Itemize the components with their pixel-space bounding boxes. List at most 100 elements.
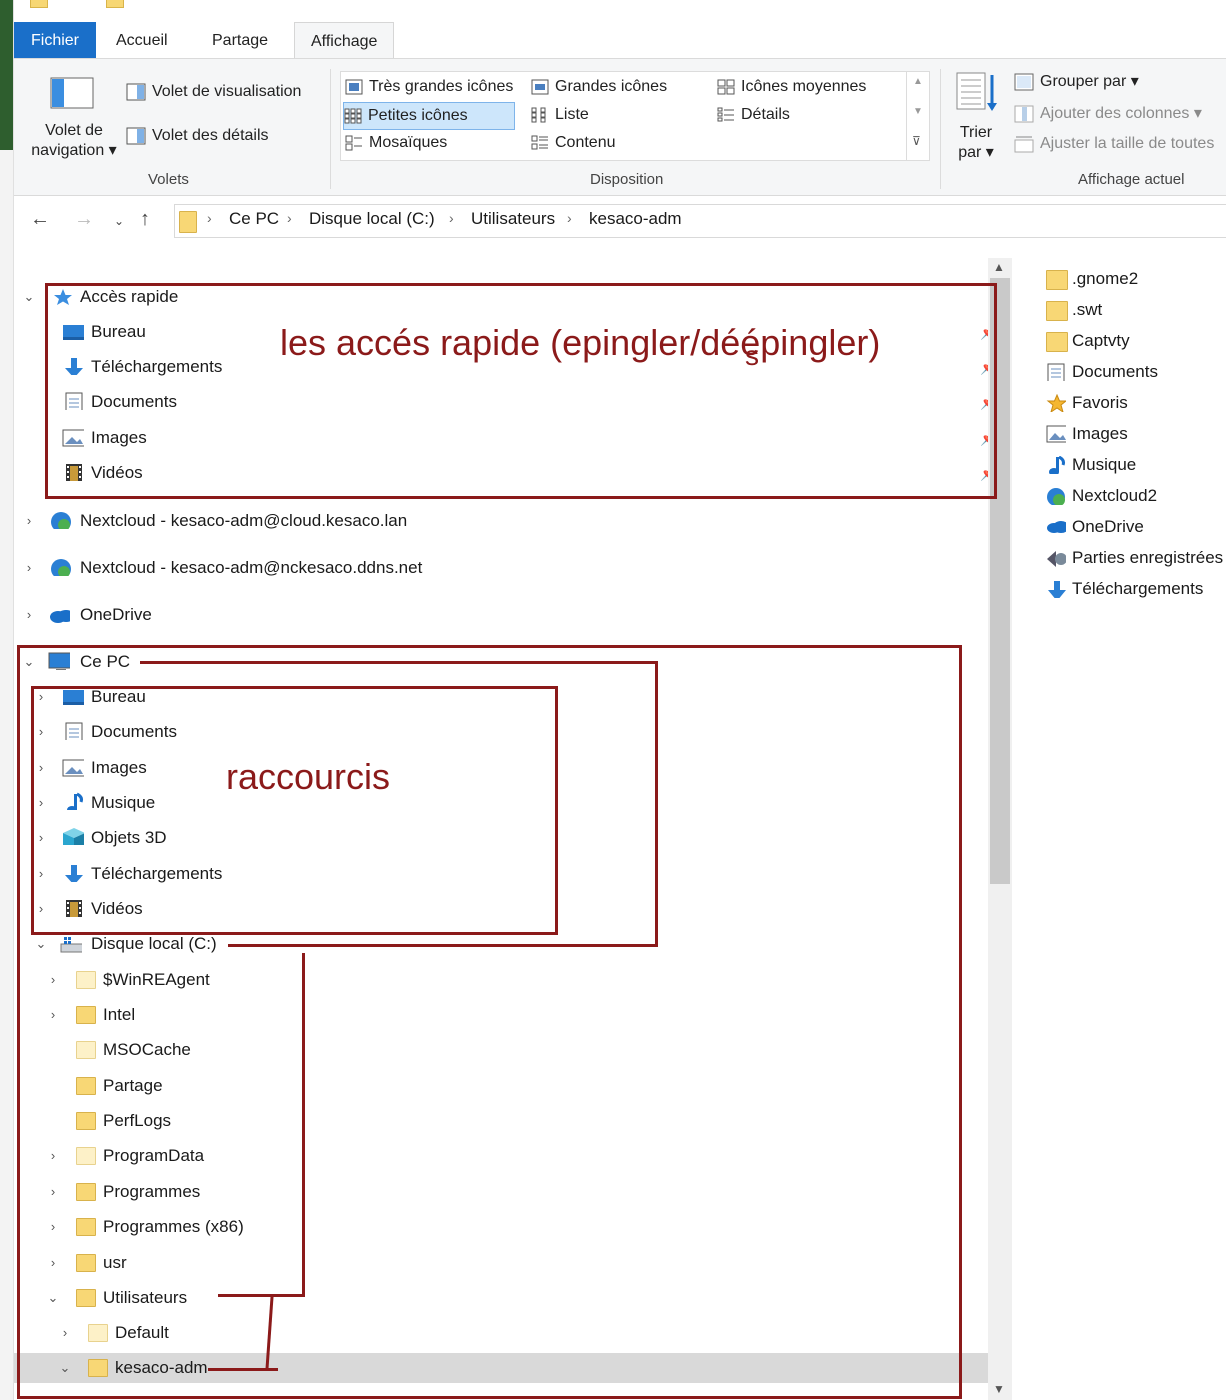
cloud-icon [50, 610, 70, 623]
layout-label: Petites icônes [368, 107, 468, 124]
group-by-label: Grouper par [1040, 73, 1127, 90]
content-label: Favoris [1072, 393, 1128, 412]
annotation-line [655, 661, 658, 947]
left-edge-window [0, 0, 14, 1400]
ribbon-tabs: Fichier Accueil Partage Affichage [14, 22, 1226, 60]
title-bar-fragment [14, 0, 1226, 12]
music-note-icon [1049, 456, 1065, 474]
tab-partage[interactable]: Partage [196, 22, 284, 58]
folder-icon [106, 0, 124, 8]
add-columns-button[interactable]: Ajouter des colonnes ▾ [1014, 103, 1202, 123]
document-icon [1047, 363, 1065, 381]
forward-arrow-icon[interactable]: → [74, 208, 94, 231]
details-pane-button[interactable]: Volet des détails [126, 127, 269, 145]
chevron-right-icon[interactable]: › [22, 600, 36, 630]
fit-columns-label: Ajuster la taille de toutes [1040, 135, 1215, 153]
tab-fichier[interactable]: Fichier [14, 22, 96, 58]
saved-games-icon [1047, 551, 1066, 567]
layout-medium-icons[interactable]: Icônes moyennes [717, 74, 866, 100]
scroll-down-icon[interactable]: ▼ [993, 1382, 1005, 1396]
layout-content[interactable]: Contenu [531, 130, 616, 156]
up-arrow-icon[interactable]: ↑ [140, 208, 150, 231]
ribbon-separator [940, 69, 941, 189]
layout-list[interactable]: Liste [531, 102, 589, 128]
chevron-right-icon[interactable]: › [22, 506, 36, 536]
annotation-line [218, 1294, 305, 1297]
star-icon [1046, 394, 1066, 412]
layout-label: Icônes moyennes [741, 78, 867, 95]
nextcloud-sync-icon [51, 512, 71, 529]
layout-label: Détails [741, 106, 790, 123]
nextcloud-sync-icon [51, 559, 71, 576]
group-by-icon [1014, 73, 1034, 91]
tab-affichage[interactable]: Affichage [294, 22, 395, 60]
sort-by-label: Trier par [958, 124, 993, 161]
layout-label: Liste [555, 106, 589, 123]
annotation-stray-char: s [745, 340, 759, 371]
chevron-right-icon[interactable]: › [207, 210, 212, 226]
breadcrumb-ce-pc[interactable]: Ce PC [229, 209, 279, 229]
download-arrow-icon [1048, 581, 1066, 598]
tiles-icon [345, 135, 362, 151]
layout-tiles[interactable]: Mosaïques [345, 130, 447, 156]
details-icon [717, 107, 734, 122]
gallery-scroll[interactable]: ▲ ▼ ⊽ [906, 72, 929, 160]
background-window-edge [0, 0, 13, 150]
chevron-up-icon[interactable]: ▲ [913, 76, 923, 87]
chevron-right-icon[interactable]: › [22, 553, 36, 583]
tree-label: Nextcloud - kesaco-adm@cloud.kesaco.lan [80, 511, 408, 530]
layout-extra-large-icons[interactable]: Très grandes icônes [345, 74, 513, 100]
breadcrumb-kesaco-adm[interactable]: kesaco-adm [589, 209, 682, 229]
breadcrumb-utilisateurs[interactable]: Utilisateurs [471, 209, 555, 229]
annotation-line [228, 944, 658, 947]
preview-pane-button[interactable]: Volet de visualisation [126, 83, 301, 101]
tab-accueil[interactable]: Accueil [100, 22, 184, 58]
scroll-up-icon[interactable]: ▲ [993, 260, 1005, 274]
breadcrumb-disque-local[interactable]: Disque local (C:) [309, 209, 435, 229]
sort-by-button[interactable]: Trier par ▾ [958, 123, 994, 163]
layout-small-icons[interactable]: Petites icônes [343, 102, 515, 130]
image-icon [1046, 425, 1066, 443]
folder-icon [1046, 301, 1068, 321]
annotation-line [208, 1368, 278, 1371]
tree-item-onedrive[interactable]: › OneDrive [14, 600, 988, 630]
fit-columns-button[interactable]: Ajuster la taille de toutes [1014, 135, 1214, 153]
recent-locations-chevron-icon[interactable]: ⌄ [114, 214, 124, 228]
address-bar-row: ← → ⌄ ↑ › Ce PC › Disque local (C:) › Ut… [14, 196, 1226, 252]
folder-icon [1046, 332, 1068, 352]
chevron-down-icon[interactable]: ▼ [913, 106, 923, 117]
content-icon [531, 135, 548, 150]
navigation-pane-icon[interactable] [50, 77, 94, 109]
annotation-line [302, 953, 305, 1296]
preview-pane-label: Volet de visualisation [152, 83, 302, 101]
group-by-button[interactable]: Grouper par ▾ [1014, 71, 1139, 91]
content-label: Musique [1072, 455, 1137, 474]
navigation-pane-label: Volet de navigation [31, 122, 105, 159]
chevron-right-icon[interactable]: › [449, 210, 454, 226]
add-columns-label: Ajouter des colonnes [1040, 105, 1190, 122]
large-icons-icon [531, 79, 549, 95]
list-icon [531, 107, 546, 123]
layout-large-icons[interactable]: Grandes icônes [531, 74, 667, 100]
chevron-down-icon[interactable]: ⌄ [22, 282, 36, 312]
tree-item-nextcloud-lan[interactable]: › Nextcloud - kesaco-adm@cloud.kesaco.la… [14, 506, 988, 536]
annotation-box-quick-access [45, 283, 997, 499]
annotation-box-shortcuts [31, 686, 558, 935]
tree-label: Nextcloud - kesaco-adm@nckesaco.ddns.net [80, 558, 423, 577]
fit-columns-icon [1014, 136, 1034, 153]
back-arrow-icon[interactable]: ← [30, 208, 50, 231]
sort-icon[interactable] [956, 71, 998, 120]
details-pane-icon [126, 127, 146, 145]
chevron-right-icon[interactable]: › [287, 210, 292, 226]
medium-icons-icon [717, 79, 735, 95]
content-label: OneDrive [1072, 517, 1144, 536]
gallery-expand-icon[interactable]: ⊽ [912, 134, 921, 148]
navigation-pane-button[interactable]: Volet de navigation ▾ [24, 121, 124, 161]
content-label: Images [1072, 424, 1128, 443]
tree-item-nextcloud-ddns[interactable]: › Nextcloud - kesaco-adm@nckesaco.ddns.n… [14, 553, 988, 583]
content-label: Documents [1072, 362, 1158, 381]
chevron-right-icon[interactable]: › [567, 210, 572, 226]
address-field[interactable]: › Ce PC › Disque local (C:) › Utilisateu… [174, 204, 1226, 238]
group-label-disposition: Disposition [590, 171, 664, 188]
layout-details[interactable]: Détails [717, 102, 790, 128]
